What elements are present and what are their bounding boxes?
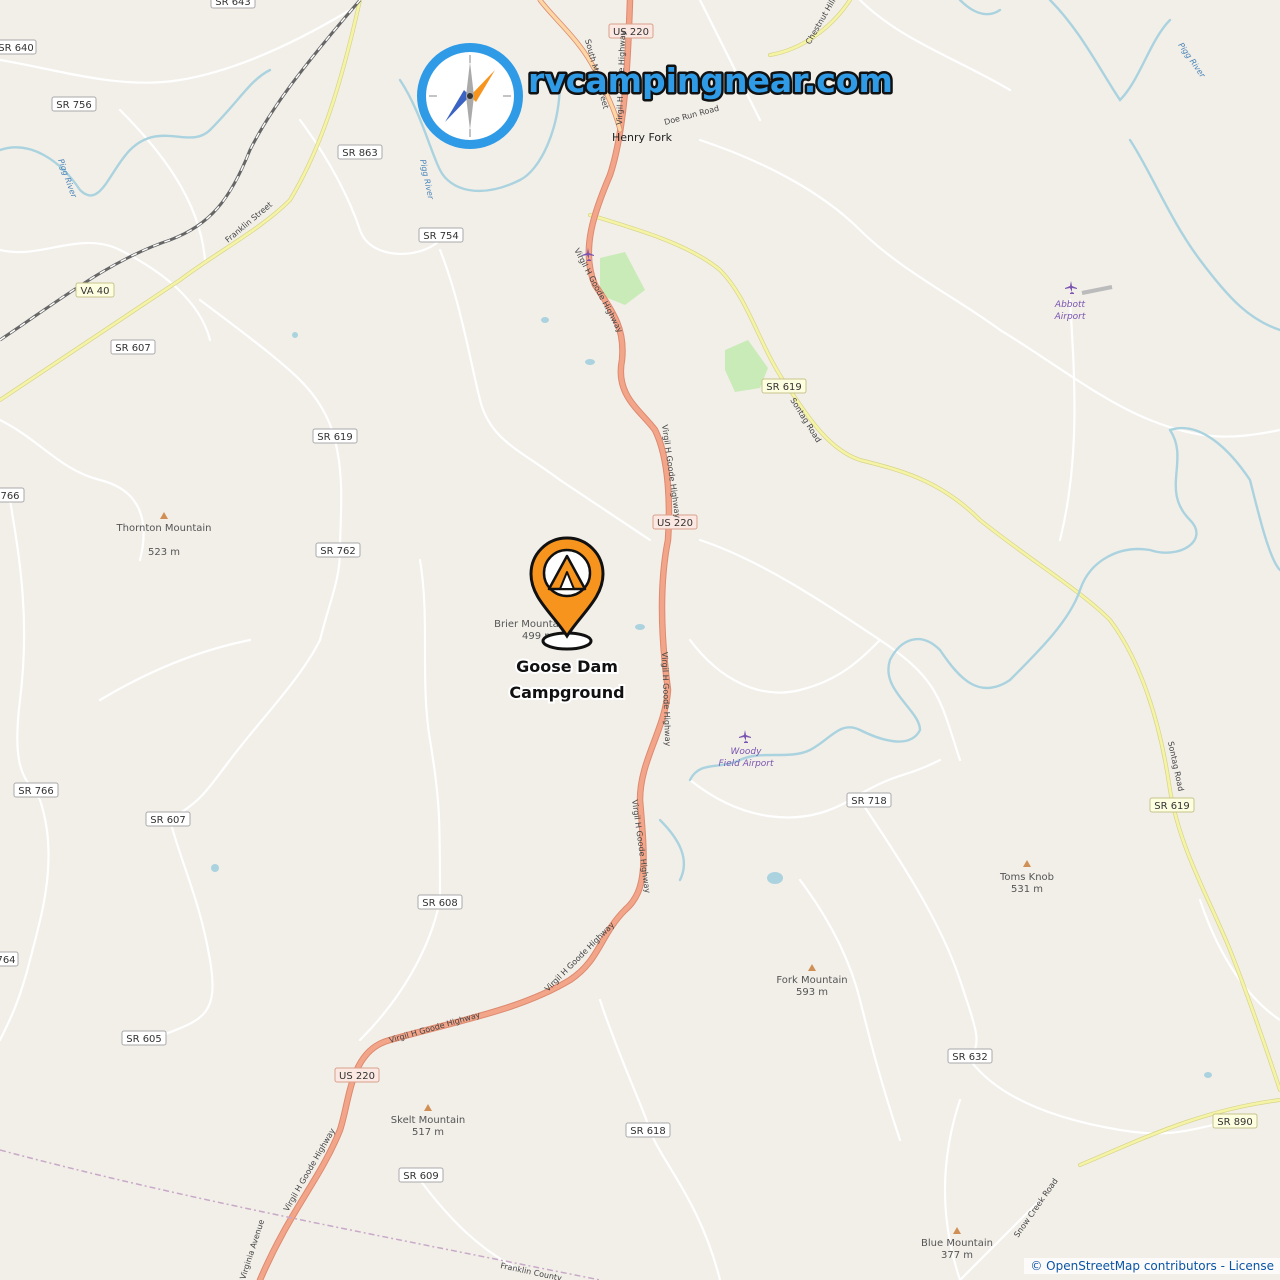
svg-text:SR 756: SR 756 bbox=[56, 100, 92, 111]
shield-sr-632: SR 632 bbox=[947, 1048, 993, 1064]
svg-text:SR 607: SR 607 bbox=[115, 343, 151, 354]
svg-text:Airport: Airport bbox=[1054, 312, 1086, 322]
svg-text:Woody: Woody bbox=[731, 747, 763, 757]
shield-sr-766: SR 766 bbox=[13, 782, 59, 798]
svg-text:766: 766 bbox=[0, 491, 19, 502]
svg-text:Field Airport: Field Airport bbox=[718, 759, 774, 769]
shield-766: 766 bbox=[0, 487, 25, 503]
svg-text:Skelt Mountain: Skelt Mountain bbox=[391, 1115, 465, 1126]
svg-text:SR 609: SR 609 bbox=[403, 1171, 439, 1182]
shield-sr-619: SR 619 bbox=[761, 378, 807, 394]
shield-sr-762: SR 762 bbox=[315, 542, 361, 558]
svg-text:SR 766: SR 766 bbox=[18, 786, 54, 797]
svg-text:Fork Mountain: Fork Mountain bbox=[776, 975, 847, 986]
shield-us-220: US 220 bbox=[334, 1067, 380, 1083]
map[interactable]: SR 643 SR 640 SR 756 SR 863 US 220 SR 75… bbox=[0, 0, 1280, 1280]
shield-va-40: VA 40 bbox=[75, 282, 115, 298]
map-attribution[interactable]: © OpenStreetMap contributors - License bbox=[1024, 1258, 1280, 1274]
brand-wordmark: rvcampingnear.com bbox=[528, 61, 893, 100]
svg-text:SR 608: SR 608 bbox=[422, 898, 458, 909]
svg-text:Goose Dam: Goose Dam bbox=[516, 657, 618, 676]
shield-sr-607: SR 607 bbox=[145, 811, 191, 827]
shield-sr-619: SR 619 bbox=[312, 428, 358, 444]
svg-text:SR 605: SR 605 bbox=[126, 1034, 162, 1045]
svg-text:593 m: 593 m bbox=[796, 987, 828, 998]
svg-text:Thornton Mountain: Thornton Mountain bbox=[116, 523, 212, 534]
shield-sr-608: SR 608 bbox=[417, 894, 463, 910]
svg-text:SR 863: SR 863 bbox=[342, 148, 378, 159]
shield-sr-756: SR 756 bbox=[51, 96, 97, 112]
shield-sr-605: SR 605 bbox=[121, 1030, 167, 1046]
svg-text:SR 619: SR 619 bbox=[1154, 801, 1190, 812]
shield-sr-863: SR 863 bbox=[337, 144, 383, 160]
shield-sr-609: SR 609 bbox=[398, 1167, 444, 1183]
map-background bbox=[0, 0, 1280, 1280]
svg-text:523 m: 523 m bbox=[148, 547, 180, 558]
svg-text:SR 643: SR 643 bbox=[215, 0, 251, 8]
svg-text:SR 607: SR 607 bbox=[150, 815, 186, 826]
shield-sr-890: SR 890 bbox=[1212, 1113, 1258, 1129]
svg-text:Toms Knob: Toms Knob bbox=[999, 872, 1054, 883]
svg-text:SR 632: SR 632 bbox=[952, 1052, 988, 1063]
svg-text:377 m: 377 m bbox=[941, 1250, 973, 1261]
svg-text:VA 40: VA 40 bbox=[81, 286, 110, 297]
shield-us-220: US 220 bbox=[608, 23, 654, 39]
svg-text:764: 764 bbox=[0, 955, 16, 966]
svg-text:517 m: 517 m bbox=[412, 1127, 444, 1138]
shield-764: 764 bbox=[0, 951, 19, 967]
compass-icon bbox=[417, 43, 523, 149]
svg-text:SR 619: SR 619 bbox=[317, 432, 353, 443]
svg-text:US 220: US 220 bbox=[657, 518, 693, 529]
map-canvas[interactable]: SR 643 SR 640 SR 756 SR 863 US 220 SR 75… bbox=[0, 0, 1280, 1280]
shield-sr-619: SR 619 bbox=[1149, 797, 1195, 813]
svg-text:SR 619: SR 619 bbox=[766, 382, 802, 393]
shield-sr-754: SR 754 bbox=[418, 227, 464, 243]
shield-sr-618: SR 618 bbox=[625, 1122, 671, 1138]
shield-sr-718: SR 718 bbox=[846, 792, 892, 808]
shield-sr-643: SR 643 bbox=[210, 0, 256, 9]
svg-text:SR 890: SR 890 bbox=[1217, 1117, 1253, 1128]
svg-text:Blue Mountain: Blue Mountain bbox=[921, 1238, 993, 1249]
svg-text:US 220: US 220 bbox=[339, 1071, 375, 1082]
svg-text:531 m: 531 m bbox=[1011, 884, 1043, 895]
town-label-henry-fork: Henry Fork bbox=[612, 131, 673, 144]
svg-text:SR 754: SR 754 bbox=[423, 231, 459, 242]
svg-text:SR 618: SR 618 bbox=[630, 1126, 666, 1137]
shield-sr-640: SR 640 bbox=[0, 39, 37, 55]
svg-text:Campground: Campground bbox=[509, 683, 624, 702]
svg-text:SR 640: SR 640 bbox=[0, 43, 34, 54]
svg-text:SR 762: SR 762 bbox=[320, 546, 356, 557]
svg-text:SR 718: SR 718 bbox=[851, 796, 887, 807]
shield-sr-607: SR 607 bbox=[110, 339, 156, 355]
svg-text:Abbott: Abbott bbox=[1054, 300, 1086, 310]
